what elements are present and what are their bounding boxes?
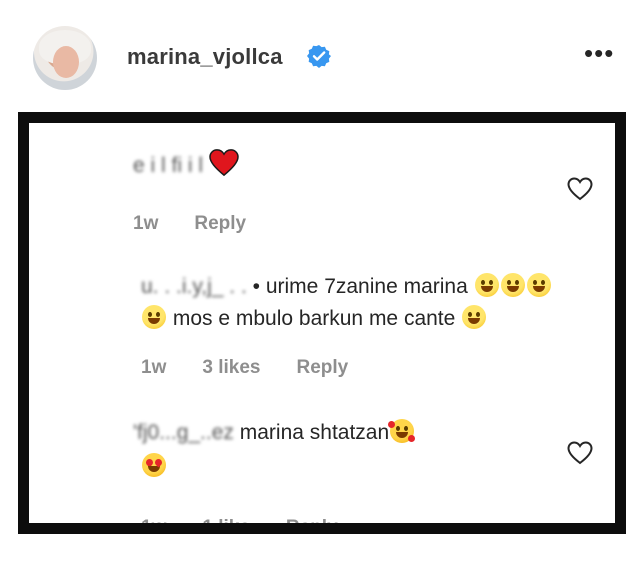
smile-emoji [500,273,525,297]
comments-frame: e i l fi i l 1w Reply u. . .i.y,j_ . . • … [18,112,626,534]
comment-username[interactable]: 'fj0...g_..ez [133,421,234,444]
comment-text: marina shtatzan [239,421,390,444]
avatar-face [53,46,79,78]
laughing-emoji [462,305,487,329]
comment-meta: 1w Reply [133,213,282,235]
comment-username[interactable]: u. . .i.y,j_ . . [141,275,247,298]
comment-time: 1w [133,213,159,234]
reply-button[interactable]: Reply [286,517,338,523]
avatar[interactable] [33,26,97,90]
reply-button[interactable]: Reply [296,357,348,378]
more-options-icon[interactable]: ••• [584,40,616,68]
likes-count[interactable]: 1 like [202,517,250,523]
likes-count[interactable]: 3 likes [202,357,260,378]
comment-username[interactable]: e i l fi i l [133,154,203,177]
post-username[interactable]: marina_vjollca [127,44,283,70]
smile-emoji [474,273,499,297]
heart-eyes-emoji [142,453,166,477]
comment-text-line2: mos e mbulo barkun me cante [172,307,456,330]
comment-time: 1w [141,517,167,534]
comment-meta: 1w 1 like Reply [141,517,374,534]
comment-text: • urime 7zanine marina [252,275,468,298]
comment-time: 1w [141,357,167,378]
like-heart-icon[interactable] [567,177,593,201]
smile-emoji [526,273,551,297]
comment-meta: 1w 3 likes Reply [141,357,384,379]
smile-emoji [142,305,166,329]
smiling-face-with-hearts-emoji [388,419,416,443]
like-heart-icon[interactable] [567,441,593,465]
red-heart-emoji [209,149,239,177]
verified-badge-icon [307,45,331,68]
post-header: marina_vjollca ••• [0,0,640,110]
reply-button[interactable]: Reply [194,213,246,234]
